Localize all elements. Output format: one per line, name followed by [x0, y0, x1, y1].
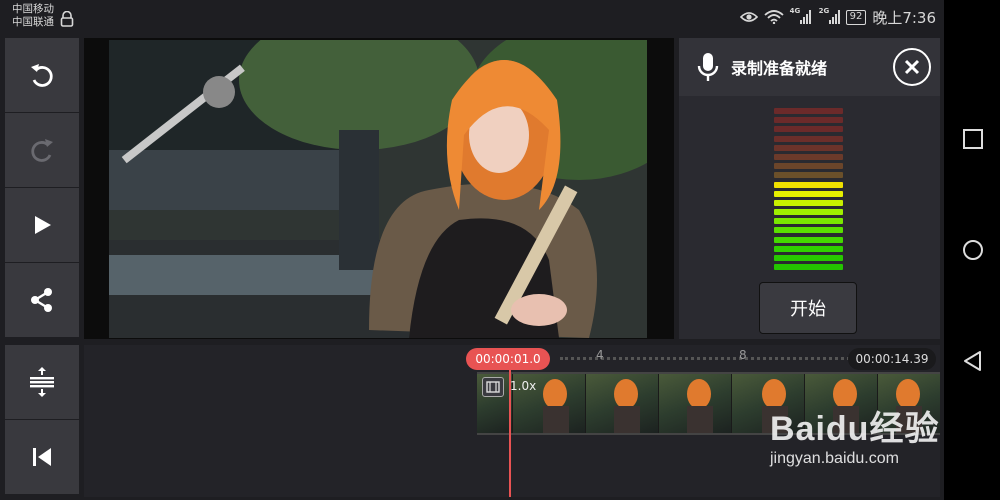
recent-apps-icon[interactable]: [962, 128, 984, 150]
align-button[interactable]: [5, 345, 79, 419]
ruler-tick-8: 8: [739, 348, 747, 362]
undo-icon: [31, 64, 53, 87]
skip-to-start-button[interactable]: [5, 420, 79, 494]
clip-speed-label: 1.0x: [510, 379, 537, 393]
lock-icon: [60, 11, 74, 27]
home-icon[interactable]: [962, 239, 984, 261]
carrier-2: 中国联通: [12, 16, 54, 28]
meter-bar: [774, 144, 843, 151]
carrier-1: 中国移动: [12, 3, 54, 15]
meter-bar: [774, 181, 843, 188]
clip-thumbnail: [586, 374, 659, 433]
current-time-badge: 00:00:01.0: [466, 348, 550, 370]
close-record-button[interactable]: [893, 48, 931, 86]
meter-bar: [774, 227, 843, 234]
wifi-icon: [763, 10, 784, 24]
video-preview[interactable]: [84, 38, 674, 339]
video-scene: [109, 40, 647, 338]
meter-bar: [774, 163, 843, 170]
back-icon[interactable]: [962, 350, 984, 372]
clip-thumbnail: [659, 374, 732, 433]
ruler-tick-4: 4: [596, 348, 604, 362]
meter-bar: [774, 108, 843, 114]
clock: 晚上7:36: [872, 8, 936, 27]
watermark: Baidu经验 jingyan.baidu.com: [770, 412, 939, 468]
android-nav-bar: [944, 0, 1000, 500]
redo-icon: [31, 139, 53, 162]
clip-icon[interactable]: [482, 377, 504, 397]
align-icon: [30, 367, 54, 397]
meter-bar: [774, 126, 843, 133]
battery-indicator: 92: [845, 9, 867, 25]
timeline-toolbar: [5, 345, 79, 495]
start-record-button[interactable]: 开始: [759, 282, 857, 334]
watermark-logo: Baidu经验: [770, 410, 940, 448]
signal-icon-1: 4G: [790, 7, 811, 24]
eye-icon: [739, 12, 758, 22]
skip-to-start-icon: [33, 448, 51, 466]
net-type-2: 2G: [818, 7, 830, 15]
meter-bar: [774, 135, 843, 142]
total-duration-badge: 00:00:14.39: [848, 348, 936, 370]
meter-bar: [774, 172, 843, 179]
meter-bar: [774, 245, 843, 252]
signal-icon-2: 2G: [819, 7, 840, 24]
edit-toolbar: [5, 38, 79, 338]
record-status-title: 录制准备就绪: [731, 59, 828, 78]
meter-bar: [774, 117, 843, 124]
meter-bar: [774, 153, 843, 160]
meter-bar: [774, 264, 843, 271]
watermark-url: jingyan.baidu.com: [770, 450, 899, 467]
film-icon: [486, 381, 500, 393]
status-icons: 4G 2G 92 晚上7:36: [739, 7, 936, 27]
microphone-icon: [697, 53, 719, 81]
carrier-info: 中国移动 中国联通: [12, 3, 54, 29]
share-button[interactable]: [5, 263, 79, 337]
meter-bar: [774, 209, 843, 216]
meter-bar: [774, 236, 843, 243]
undo-button[interactable]: [5, 38, 79, 112]
voice-record-panel: 录制准备就绪 开始: [679, 38, 940, 339]
meter-bar: [774, 255, 843, 261]
net-type-1: 4G: [789, 7, 801, 15]
meter-bar: [774, 190, 843, 197]
meter-bar: [774, 199, 843, 206]
close-icon: [904, 59, 920, 75]
play-icon: [35, 216, 51, 234]
audio-level-meter: [774, 108, 843, 273]
play-button[interactable]: [5, 188, 79, 262]
status-bar: 中国移动 中国联通 4G 2G 92 晚上7:36: [0, 0, 1000, 34]
redo-button[interactable]: [5, 113, 79, 187]
meter-bar: [774, 218, 843, 225]
video-frame: [109, 40, 647, 338]
share-icon: [31, 288, 52, 312]
